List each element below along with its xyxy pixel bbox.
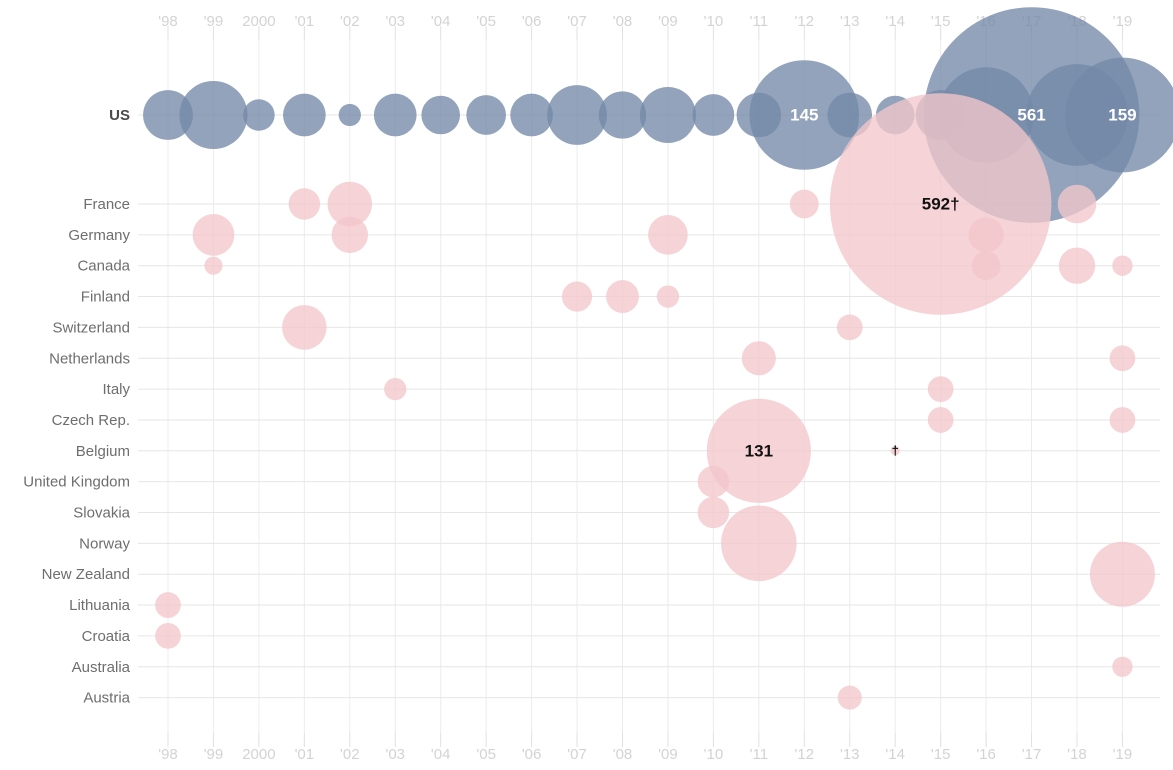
bubble-us-2001[interactable]: US 2001: 22 — [283, 93, 326, 137]
bubble-finland-2009[interactable]: Finland 2009: 6 — [656, 285, 680, 308]
bubble-austria-2013[interactable]: Austria 2013: 7 — [837, 685, 862, 710]
bubble-netherlands-2011[interactable]: Netherlands 2011: 14 — [741, 341, 776, 376]
bubble-us-2010[interactable]: US 2010: 21 — [692, 94, 735, 136]
bubble-lithuania-1998[interactable]: Lithuania 1998: 8 — [155, 592, 181, 618]
bubble-finland-2007[interactable]: Finland 2007: 11 — [561, 281, 593, 312]
bubble-annotation-us-2019: 159 — [1108, 105, 1136, 124]
bubble-netherlands-2019[interactable]: Netherlands 2019: 8 — [1109, 345, 1136, 372]
bubble-italy-2015[interactable]: Italy 2015: 8 — [927, 376, 954, 402]
chart-bubbles[interactable]: US 1998: 30US 1999: 56US 2000: 12US 2001… — [0, 0, 1173, 770]
bubble-annotation-us-2012: 145 — [790, 105, 818, 124]
bubble-us-2003[interactable]: US 2003: 22 — [373, 93, 417, 137]
bubble-us-2006[interactable]: US 2006: 22 — [510, 93, 553, 137]
bubble-croatia-1998[interactable]: Croatia 1998: 8 — [155, 623, 181, 649]
bubble-us-2008[interactable]: US 2008: 27 — [598, 91, 647, 139]
bubble-slovakia-2010[interactable]: Slovakia 2010: 12 — [697, 496, 730, 529]
bubble-canada-2018[interactable]: Canada 2018: 16 — [1058, 247, 1096, 284]
bubble-annotation-belgium-2011: 131 — [745, 441, 773, 460]
bubble-us-2000[interactable]: US 2000: 12 — [243, 99, 275, 131]
bubble-czech-rep--2019[interactable]: Czech Rep. 2019: 8 — [1109, 407, 1136, 433]
bubble-czech-rep--2015[interactable]: Czech Rep. 2015: 8 — [927, 407, 954, 433]
series-belgium: Belgium 2011: 131Belgium 2014: 1 — [706, 398, 900, 503]
series-lithuania: Lithuania 1998: 8 — [155, 592, 181, 618]
bubble-italy-2003[interactable]: Italy 2003: 6 — [384, 377, 407, 401]
series-croatia: Croatia 1998: 8 — [155, 623, 181, 649]
bubble-us-2002[interactable]: US 2002: 6 — [338, 103, 361, 127]
series-australia: Australia 2019: 5 — [1112, 656, 1133, 677]
bubble-germany-1999[interactable]: Germany 1999: 21 — [192, 213, 235, 256]
bubble-norway-2011[interactable]: Norway 2011: 69 — [721, 505, 797, 582]
bubble-switzerland-2001[interactable]: Switzerland 2001: 24 — [282, 305, 327, 350]
series-new-zealand: New Zealand 2019: 51 — [1089, 541, 1155, 607]
bubble-france-2012[interactable]: France 2012: 10 — [789, 189, 819, 219]
bubble-annotation-us-2017: 561 — [1017, 105, 1045, 124]
bubble-annotation-belgium-2014: † — [892, 443, 899, 458]
bubble-germany-2016[interactable]: Germany 2016: 15 — [968, 217, 1004, 253]
bubble-france-2018[interactable]: France 2018: 18 — [1057, 184, 1097, 224]
bubble-new-zealand-2019[interactable]: New Zealand 2019: 51 — [1089, 541, 1155, 607]
bubble-canada-2016[interactable]: Canada 2016: 10 — [971, 251, 1001, 281]
series-norway: Norway 2011: 69 — [721, 505, 797, 582]
bubble-canada-1999[interactable]: Canada 1999: 4 — [204, 256, 223, 275]
series-czech-rep-: Czech Rep. 2015: 8 Czech Rep. 2019: 8 — [927, 407, 1136, 433]
bubble-canada-2019[interactable]: Canada 2019: 5 — [1112, 255, 1133, 276]
bubble-finland-2008[interactable]: Finland 2008: 13 — [606, 280, 639, 313]
series-slovakia: Slovakia 2010: 12 — [697, 496, 730, 529]
series-united-kingdom: United Kingdom 2010: 12 — [697, 465, 730, 498]
bubble-switzerland-2013[interactable]: Switzerland 2013: 8 — [836, 314, 863, 341]
bubble-germany-2002[interactable]: Germany 2002: 16 — [331, 216, 368, 254]
series-italy: Italy 2003: 6 Italy 2015: 8 — [384, 376, 954, 402]
bubble-us-2004[interactable]: US 2004: 18 — [421, 95, 461, 135]
series-switzerland: Switzerland 2001: 24 Switzerland 2013: 8 — [282, 305, 863, 350]
series-austria: Austria 2013: 7 — [837, 685, 862, 710]
series-finland: Finland 2007: 11 Finland 2008: 13 Finland … — [561, 280, 680, 313]
bubble-france-2001[interactable]: France 2001: 12 — [288, 188, 321, 220]
bubble-germany-2009[interactable]: Germany 2009: 19 — [648, 215, 688, 255]
bubble-us-2005[interactable]: US 2005: 19 — [466, 95, 506, 135]
bubble-us-1999[interactable]: US 1999: 56 — [179, 80, 248, 150]
bubble-annotation-france-2015: 592† — [922, 194, 960, 213]
bubble-us-2007[interactable]: US 2007: 43 — [547, 85, 607, 145]
bubble-australia-2019[interactable]: Australia 2019: 5 — [1112, 656, 1133, 677]
bubble-chart: '98'98'99'99 2000 2000'01'01'02'02'03'03'0… — [0, 0, 1173, 770]
bubble-us-2009[interactable]: US 2009: 38 — [639, 86, 696, 144]
bubble-united-kingdom-2010[interactable]: United Kingdom 2010: 12 — [697, 465, 730, 498]
series-netherlands: Netherlands 2011: 14 Netherlands 2019: 8 — [741, 341, 1136, 376]
